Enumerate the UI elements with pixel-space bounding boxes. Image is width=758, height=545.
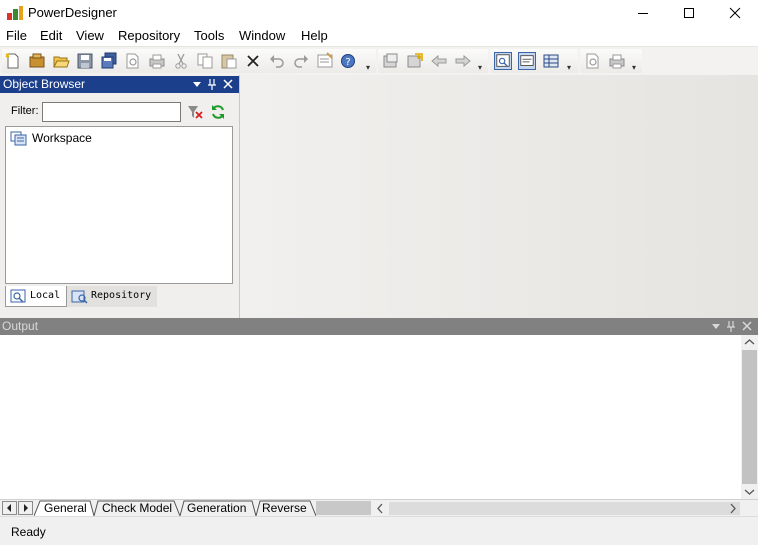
tab-scroll-left-button[interactable] [2,501,17,515]
object-browser-title: Object Browser [3,77,86,91]
tab-label: Generation [187,501,247,515]
new-icon[interactable] [4,52,22,70]
object-browser-tabs: Local Repository [0,286,239,308]
tree-item-label: Workspace [32,131,92,145]
output-text-area[interactable] [0,335,741,499]
mdi-workspace[interactable] [240,75,758,318]
minimize-button[interactable] [620,0,666,26]
powerdesigner-window: PowerDesigner File Edit View Repository … [0,0,758,545]
toolbar: ? ▾ ▾ ▾ ▾ [0,46,758,75]
scroll-thumb[interactable] [742,350,757,484]
toolbar-overflow-icon[interactable]: ▾ [366,63,373,72]
close-icon[interactable] [740,319,754,333]
arrow-left-icon [7,504,11,512]
properties-icon[interactable] [316,52,334,70]
result-list-icon[interactable] [542,52,560,70]
scroll-thumb[interactable] [389,502,740,515]
tab-label: Repository [91,290,152,301]
save-all-icon[interactable] [100,52,118,70]
menu-bar: File Edit View Repository Tools Window H… [0,26,758,46]
print-preview-icon[interactable] [124,52,142,70]
filter-label: Filter: [11,105,39,117]
menu-edit[interactable]: Edit [40,28,62,43]
output-horizontal-scrollbar[interactable] [373,501,758,516]
output-icon[interactable] [518,52,536,70]
toolbar-overflow-icon[interactable]: ▾ [632,63,639,72]
print-icon[interactable] [148,52,166,70]
status-text: Ready [11,525,46,539]
output-vertical-scrollbar[interactable] [741,335,758,499]
menu-window[interactable]: Window [239,28,285,43]
dropdown-icon[interactable] [190,77,204,91]
cut-icon[interactable] [172,52,190,70]
redo-icon[interactable] [292,52,310,70]
powerdesigner-logo-icon [7,6,23,20]
object-browser-header: Object Browser [0,76,239,93]
copy-icon[interactable] [196,52,214,70]
find-icon[interactable] [584,52,602,70]
close-button[interactable] [712,0,758,26]
back-icon[interactable] [430,52,448,70]
scroll-right-icon[interactable] [725,501,740,516]
repository-toolbar: ▾ [378,49,488,73]
menu-file[interactable]: File [6,28,27,43]
tab-label: Local [30,290,61,301]
undo-icon[interactable] [268,52,286,70]
print-setup-icon[interactable] [608,52,626,70]
object-tree[interactable]: Workspace [5,126,233,284]
output-header: Output [0,318,758,335]
scroll-left-icon[interactable] [373,501,388,516]
filter-input[interactable] [42,102,181,122]
minimize-icon [638,13,648,14]
toolbar-overflow-icon[interactable]: ▾ [567,63,574,72]
scroll-down-icon[interactable] [741,484,758,499]
object-browser-icon[interactable] [494,52,512,70]
tab-label: General [44,501,87,515]
tab-repository[interactable]: Repository [67,286,157,307]
menu-view[interactable]: View [76,28,104,43]
object-browser-panel: Object Browser Filter: Workspace Local R… [0,75,240,318]
check-out-icon[interactable] [406,52,424,70]
workspace-icon [10,131,27,146]
close-icon[interactable] [221,77,235,91]
menu-tools[interactable]: Tools [194,28,224,43]
open-project-icon[interactable] [28,52,46,70]
local-icon [10,289,26,303]
output-title: Output [2,319,39,333]
dropdown-icon[interactable] [709,319,723,333]
refresh-icon[interactable] [209,103,227,121]
clear-filter-icon[interactable] [186,103,204,121]
tab-label: Check Model [102,501,173,515]
open-icon[interactable] [52,52,70,70]
svg-text:?: ? [345,57,350,68]
title-bar: PowerDesigner [0,0,758,26]
save-icon[interactable] [76,52,94,70]
standard-toolbar: ? ▾ [2,49,376,73]
status-bar: Ready [0,516,758,545]
menu-repository[interactable]: Repository [118,28,180,43]
pin-icon[interactable] [724,319,738,333]
delete-icon[interactable] [244,52,262,70]
repository-icon [71,290,88,304]
pin-icon[interactable] [205,77,219,91]
tab-scroll-right-button[interactable] [18,501,33,515]
arrow-right-icon [24,504,28,512]
paste-icon[interactable] [220,52,238,70]
view-toolbar: ▾ [490,49,578,73]
close-icon [729,7,741,19]
scroll-up-icon[interactable] [741,335,758,350]
check-in-icon[interactable] [382,52,400,70]
help-icon[interactable]: ? [340,52,358,70]
toolbar-overflow-icon[interactable]: ▾ [478,63,485,72]
tab-label: Reverse [262,501,307,515]
tab-strip-filler [316,501,371,515]
menu-help[interactable]: Help [301,28,328,43]
forward-icon[interactable] [454,52,472,70]
maximize-icon [684,8,694,18]
print-toolbar: ▾ [580,49,642,73]
tab-local[interactable]: Local [5,286,67,307]
output-tab-strip: General Check Model Generation Reverse [0,499,758,516]
maximize-button[interactable] [666,0,712,26]
window-title: PowerDesigner [28,5,117,20]
